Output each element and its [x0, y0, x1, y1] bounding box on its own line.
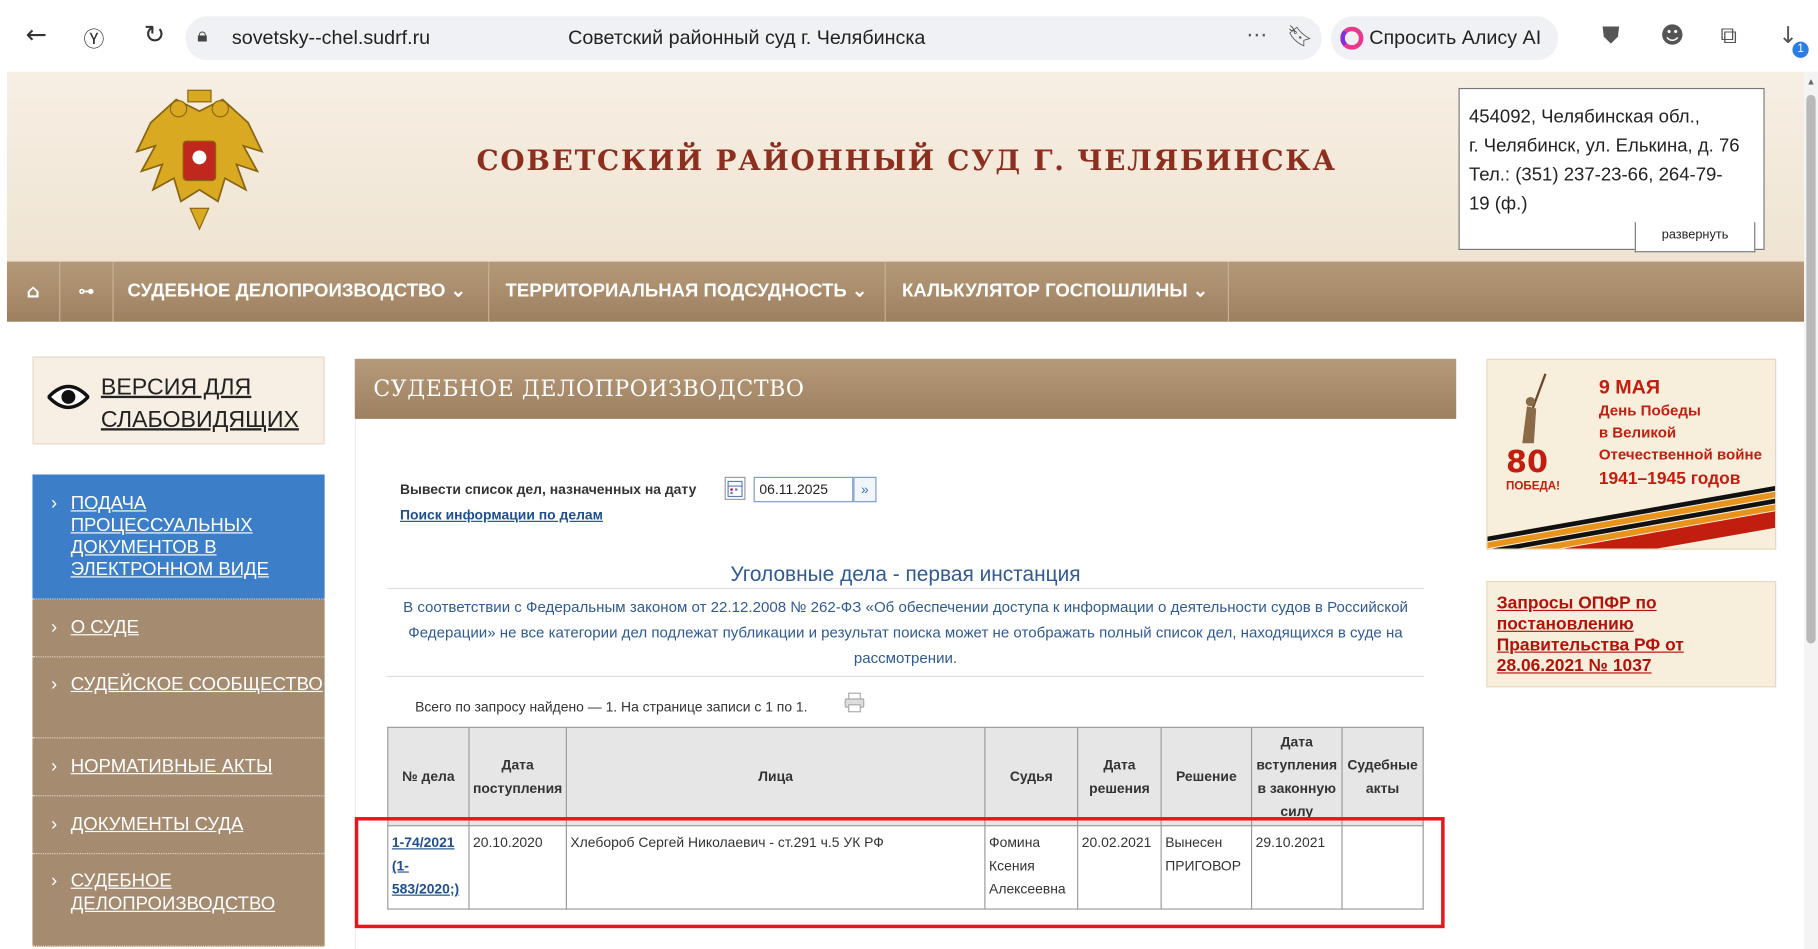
download-count-badge: 1 — [1792, 41, 1809, 58]
section-heading: СУДЕБНОЕ ДЕЛОПРОИЗВОДСТВО — [354, 358, 1457, 419]
lock-icon: 🔒︎ — [197, 24, 208, 48]
alice-icon — [1340, 26, 1364, 50]
browser-toolbar: ← Ⓨ ↻ 🔒︎ sovetsky--chel.sudrf.ru Советск… — [0, 0, 1818, 72]
page-title-in-bar: Советский районный суд г. Челябинска — [568, 26, 926, 49]
more-icon[interactable]: ⋯ — [1246, 23, 1267, 47]
nav-territorial-jurisdiction[interactable]: ТЕРРИТОРИАЛЬНАЯ ПОДСУДНОСТЬ ⌄ — [489, 261, 886, 322]
sidebar-item-judges-community[interactable]: СУДЕЙСКОЕ СООБЩЕСТВО — [32, 657, 325, 739]
back-icon[interactable]: ← — [26, 21, 47, 50]
col-header-persons: Лица — [565, 726, 986, 827]
extension-avatar-icon[interactable]: ☻ — [1660, 21, 1684, 49]
page-scrollbar[interactable]: ▲ — [1804, 71, 1818, 949]
court-name: СОВЕТСКИЙ РАЙОННЫЙ СУД Г. ЧЕЛЯБИНСКА — [476, 143, 1337, 178]
low-vision-version[interactable]: ВЕРСИЯ ДЛЯ СЛАБОВИДЯЩИХ — [32, 356, 325, 445]
address-line: Тел.: (351) 237-23-66, 264-79- — [1468, 165, 1723, 186]
low-vision-label: ВЕРСИЯ ДЛЯ СЛАБОВИДЯЩИХ — [100, 374, 299, 433]
expand-button[interactable]: развернуть — [1634, 222, 1756, 253]
eye-icon — [47, 384, 90, 410]
url-domain: sovetsky--chel.sudrf.ru — [231, 26, 431, 49]
nav-fee-calculator[interactable]: КАЛЬКУЛЯТОР ГОСПОШЛИНЫ ⌄ — [886, 261, 1229, 322]
banner-line3: в Великой — [1598, 423, 1677, 441]
banner-line4: Отечественной войне — [1598, 445, 1762, 463]
col-header-case-number: № дела — [387, 726, 470, 827]
calendar-icon[interactable] — [724, 476, 746, 500]
case-search-link[interactable]: Поиск информации по делам — [400, 507, 603, 523]
divider — [387, 587, 1424, 590]
victory-day-banner[interactable]: 80 ПОБЕДА! 9 МАЯ День Победы в Великой О… — [1486, 358, 1777, 550]
banner-pobeda: ПОБЕДА! — [1506, 480, 1560, 494]
scrollbar-thumb[interactable] — [1806, 94, 1816, 644]
date-input[interactable] — [753, 476, 854, 503]
main-nav: ⌂ ⊶ СУДЕБНОЕ ДЕЛОПРОИЗВОДСТВО ⌄ ТЕРРИТОР… — [6, 261, 1805, 322]
sitemap-icon[interactable]: ⊶ — [60, 261, 114, 322]
banner-80: 80 — [1506, 445, 1549, 481]
bookmark-icon[interactable]: 🔖︎ — [1287, 24, 1314, 48]
col-header-decision-date: Дата решения — [1077, 726, 1162, 827]
sidebar-item-about-court[interactable]: О СУДЕ — [32, 599, 325, 658]
opfr-requests-link[interactable]: Запросы ОПФР по постановлению Правительс… — [1486, 580, 1777, 688]
sidebar-item-normative-acts[interactable]: НОРМАТИВНЫЕ АКТЫ — [32, 738, 325, 797]
yandex-icon[interactable]: Ⓨ — [83, 23, 104, 53]
col-header-decision: Решение — [1160, 726, 1253, 827]
cases-section-title: Уголовные дела - первая инстанция — [730, 562, 1081, 586]
ask-alice-label: Спросить Алису AI — [1369, 26, 1542, 49]
ask-alice-button[interactable]: Спросить Алису AI — [1330, 16, 1559, 61]
nav-court-proceedings[interactable]: СУДЕБНОЕ ДЕЛОПРОИЗВОДСТВО ⌄ — [114, 261, 490, 322]
col-header-effective-date: Дата вступления в законную силу — [1250, 726, 1343, 827]
home-icon[interactable]: ⌂ — [7, 261, 61, 322]
print-icon[interactable] — [844, 692, 865, 713]
coat-of-arms-icon — [135, 89, 264, 231]
motherland-statue-icon — [1522, 373, 1547, 444]
date-filter-label: Вывести список дел, назначенных на дату — [399, 481, 697, 498]
shield-icon[interactable]: ⛊ — [1602, 21, 1619, 49]
banner-may9: 9 МАЯ — [1598, 376, 1661, 399]
address-bar[interactable]: 🔒︎ sovetsky--chel.sudrf.ru Советский рай… — [185, 16, 1322, 61]
sidebar-item-court-proceedings[interactable]: СУДЕБНОЕ ДЕЛОПРОИЗВОДСТВО — [32, 854, 325, 947]
col-header-received-date: Дата поступления — [468, 726, 567, 827]
sidebar-item-electronic-filing[interactable]: ПОДАЧА ПРОЦЕССУАЛЬНЫХ ДОКУМЕНТОВ В ЭЛЕКТ… — [32, 474, 325, 600]
scroll-up-icon[interactable]: ▲ — [1806, 76, 1815, 86]
sidebar-menu: ПОДАЧА ПРОЦЕССУАЛЬНЫХ ДОКУМЕНТОВ В ЭЛЕКТ… — [32, 474, 325, 947]
publication-notice: В соответствии с Федеральным законом от … — [403, 598, 1408, 667]
table-header-row: № дела Дата поступления Лица Судья Дата … — [387, 726, 1424, 827]
reload-icon[interactable]: ↻ — [144, 21, 165, 50]
highlight-frame — [354, 817, 1445, 929]
banner-line2: День Победы — [1598, 401, 1701, 419]
tabs-icon[interactable]: ⧉ — [1721, 21, 1738, 49]
col-header-court-acts: Судебные акты — [1341, 726, 1424, 827]
submit-date-button[interactable]: » — [853, 476, 877, 503]
results-count: Всего по запросу найдено — 1. На страниц… — [415, 699, 808, 716]
banner-years: 1941–1945 годов — [1598, 468, 1741, 489]
divider — [387, 675, 1424, 678]
col-header-judge: Судья — [984, 726, 1079, 827]
sidebar-item-court-documents[interactable]: ДОКУМЕНТЫ СУДА — [32, 796, 325, 855]
address-line: г. Челябинск, ул. Елькина, д. 76 — [1468, 136, 1740, 157]
address-line: 454092, Челябинская обл., — [1468, 107, 1700, 128]
address-line: 19 (ф.) — [1468, 194, 1528, 215]
